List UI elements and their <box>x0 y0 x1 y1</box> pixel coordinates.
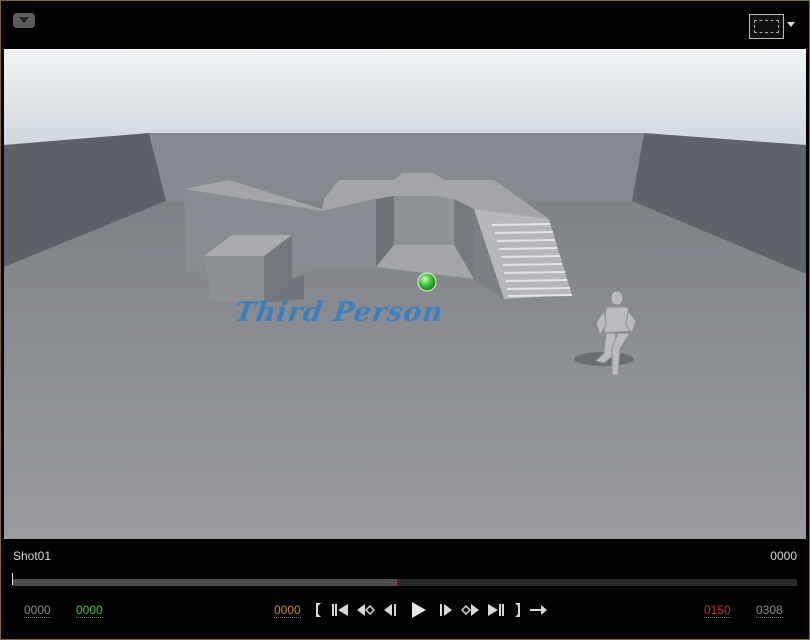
transport-controls <box>312 600 549 620</box>
help-orb-icon <box>417 272 437 292</box>
floor-text: Third Person <box>233 297 446 328</box>
cinematic-viewport-window: Third Person Shot01 0000 0000 0000 0000 … <box>0 0 810 640</box>
start-frame-field[interactable]: 0000 <box>24 604 51 618</box>
jump-to-start-button[interactable] <box>329 600 351 620</box>
step-forward-icon <box>440 604 452 616</box>
loop-icon <box>530 605 547 615</box>
play-icon <box>412 602 426 618</box>
next-key-button[interactable] <box>460 600 482 620</box>
previous-key-button[interactable] <box>354 600 376 620</box>
in-frame-field[interactable]: 0000 <box>76 604 103 618</box>
viewport-toolbar <box>4 4 806 49</box>
play-button[interactable] <box>404 600 432 620</box>
previous-key-icon <box>357 604 375 616</box>
step-back-button[interactable] <box>379 600 401 620</box>
platform-pillar <box>394 196 454 245</box>
viewport-layout-dropdown-icon[interactable] <box>787 22 795 27</box>
loop-button[interactable] <box>527 600 549 620</box>
jump-to-end-button[interactable] <box>485 600 507 620</box>
set-start-button[interactable] <box>312 600 326 620</box>
played-range <box>13 579 395 586</box>
level-viewport[interactable]: Third Person <box>4 49 806 539</box>
timeline-scrubber[interactable] <box>13 579 797 586</box>
viewport-layout-icon <box>754 20 779 33</box>
set-end-icon <box>515 603 520 617</box>
set-start-icon <box>316 603 321 617</box>
end-frame-field[interactable]: 0308 <box>756 604 783 618</box>
jump-to-end-icon <box>488 604 504 616</box>
viewport-options-icon <box>19 17 29 23</box>
step-forward-button[interactable] <box>435 600 457 620</box>
step-back-icon <box>384 604 396 616</box>
viewport-options-button[interactable] <box>13 13 35 28</box>
viewport-layout-button[interactable] <box>749 14 784 39</box>
out-frame-field[interactable]: 0150 <box>704 604 731 618</box>
sequencer-transport-bar: Shot01 0000 0000 0000 0000 0150 0308 <box>4 539 806 637</box>
next-key-icon <box>461 604 479 616</box>
jump-to-start-icon <box>332 604 348 616</box>
shot-name-label: Shot01 <box>13 549 52 563</box>
current-frame-field[interactable]: 0000 <box>274 604 301 618</box>
set-end-button[interactable] <box>510 600 524 620</box>
scene-render: Third Person <box>4 49 806 539</box>
shot-frame-label: 0000 <box>770 549 797 563</box>
playhead[interactable] <box>394 579 397 586</box>
